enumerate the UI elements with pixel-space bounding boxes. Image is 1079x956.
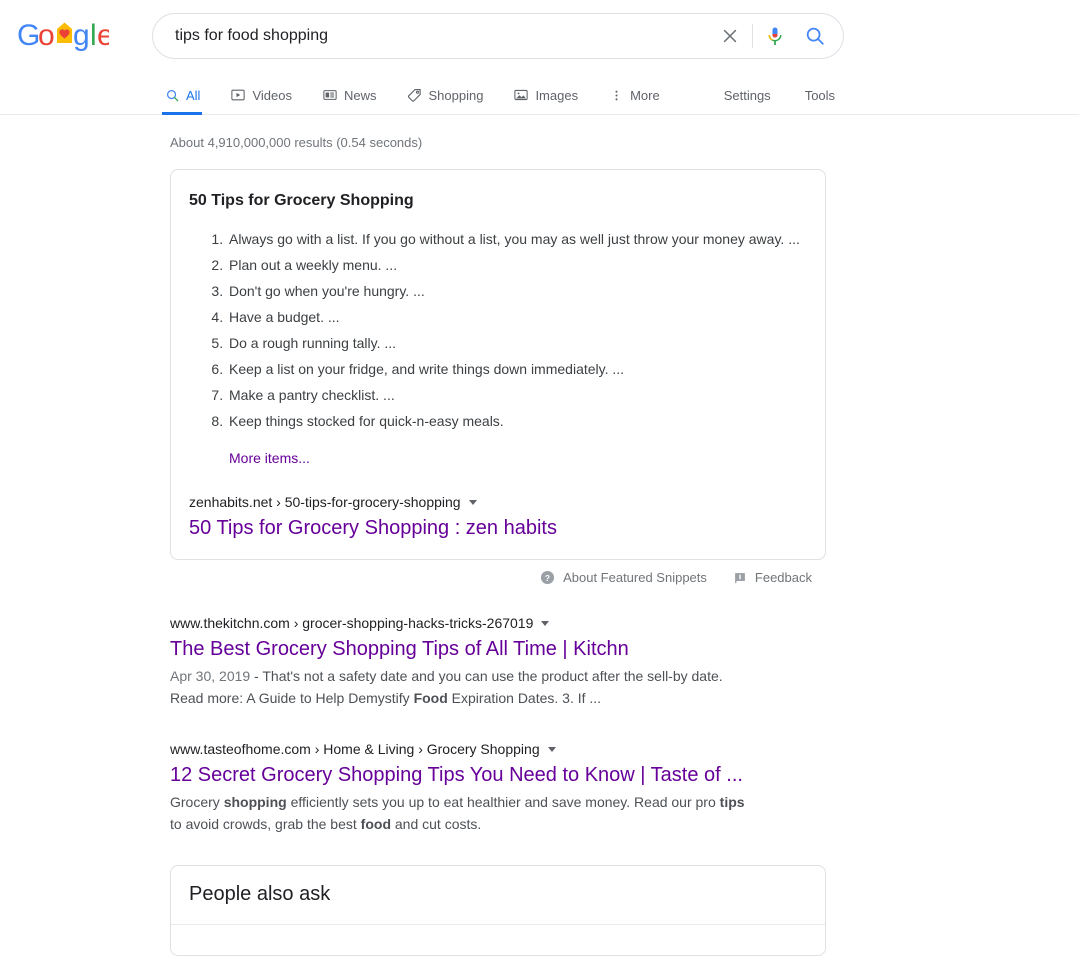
- result-snippet-text: - That's not a safety date and you can u…: [170, 668, 723, 706]
- google-logo[interactable]: G o g l e: [17, 17, 109, 55]
- flag-icon: [735, 572, 745, 583]
- tag-icon: [406, 87, 422, 103]
- tab-shopping-label: Shopping: [428, 87, 484, 103]
- more-vertical-icon: [608, 87, 624, 103]
- list-item: Keep a list on your fridge, and write th…: [227, 358, 807, 380]
- result-snippet-text: Grocery shopping efficiently sets you up…: [170, 794, 745, 832]
- list-item: Do a rough running tally. ...: [227, 332, 807, 354]
- search-result: www.thekitchn.com › grocer-shopping-hack…: [170, 613, 1079, 709]
- search-result: www.tasteofhome.com › Home & Living › Gr…: [170, 739, 1079, 835]
- tools-button[interactable]: Tools: [805, 88, 835, 103]
- svg-text:G: G: [17, 19, 40, 52]
- people-also-ask-list[interactable]: [171, 925, 825, 955]
- about-featured-snippets-link[interactable]: ? About Featured Snippets: [540, 570, 707, 585]
- help-circle-icon: ?: [541, 570, 555, 585]
- news-icon: [322, 87, 338, 103]
- people-also-ask-heading: People also ask: [171, 866, 825, 925]
- page-header: G o g l e tips for food shopping All Vid…: [0, 0, 1079, 115]
- clear-search-button[interactable]: [710, 16, 750, 56]
- result-date: Apr 30, 2019: [170, 668, 251, 684]
- feedback-label: Feedback: [754, 570, 812, 585]
- house-doodle-icon: [57, 22, 72, 43]
- breadcrumb: www.tasteofhome.com › Home & Living › Gr…: [170, 741, 540, 757]
- chevron-down-icon[interactable]: [541, 620, 550, 626]
- chevron-down-icon[interactable]: [547, 746, 556, 752]
- result-title-link[interactable]: The Best Grocery Shopping Tips of All Ti…: [170, 636, 1079, 662]
- search-divider: [752, 24, 753, 48]
- tab-more[interactable]: More: [608, 76, 660, 114]
- source-title-link[interactable]: 50 Tips for Grocery Shopping : zen habit…: [189, 515, 807, 541]
- tab-shopping[interactable]: Shopping: [406, 76, 483, 114]
- tab-images-label: Images: [535, 87, 579, 103]
- svg-text:e: e: [97, 19, 109, 52]
- list-item: Plan out a weekly menu. ...: [227, 254, 807, 276]
- result-breadcrumb-row: www.thekitchn.com › grocer-shopping-hack…: [170, 613, 1079, 633]
- list-item: Make a pantry checklist. ...: [227, 384, 807, 406]
- search-input[interactable]: [173, 22, 710, 50]
- source-breadcrumb: zenhabits.net › 50-tips-for-grocery-shop…: [189, 492, 807, 512]
- featured-snippet-source: zenhabits.net › 50-tips-for-grocery-shop…: [189, 492, 807, 541]
- search-icon: [164, 87, 180, 103]
- people-also-ask-card: People also ask: [170, 865, 826, 956]
- search-icon: [806, 27, 824, 45]
- tab-images[interactable]: Images: [513, 76, 578, 114]
- svg-text:?: ?: [545, 573, 550, 583]
- tab-all[interactable]: All: [161, 76, 203, 115]
- featured-snippet-footer: ? About Featured Snippets Feedback: [170, 570, 826, 585]
- featured-snippet-list: Always go with a list. If you go without…: [189, 228, 807, 432]
- result-snippet: Grocery shopping efficiently sets you up…: [170, 791, 758, 835]
- settings-button[interactable]: Settings: [724, 88, 771, 103]
- svg-text:o: o: [38, 19, 55, 52]
- tab-news-label: News: [343, 87, 377, 103]
- featured-snippet-card: 50 Tips for Grocery Shopping Always go w…: [170, 169, 826, 560]
- chevron-down-icon[interactable]: [468, 499, 477, 505]
- featured-snippet-title: 50 Tips for Grocery Shopping: [189, 192, 414, 209]
- tab-more-label: More: [630, 87, 660, 103]
- result-title-link[interactable]: 12 Secret Grocery Shopping Tips You Need…: [170, 762, 1079, 788]
- image-icon: [513, 87, 529, 103]
- microphone-icon: [768, 27, 782, 45]
- list-item: Keep things stocked for quick-n-easy mea…: [227, 410, 807, 432]
- search-submit-button[interactable]: [795, 16, 835, 56]
- voice-search-button[interactable]: [755, 16, 795, 56]
- nav-right-group: Settings Tools: [690, 76, 1079, 114]
- search-nav-tabs: All Videos News Shopping Images More Set…: [0, 76, 1079, 115]
- close-icon: [723, 29, 737, 43]
- about-featured-snippets-label: About Featured Snippets: [563, 570, 707, 585]
- breadcrumb: zenhabits.net › 50-tips-for-grocery-shop…: [189, 494, 461, 510]
- result-snippet: Apr 30, 2019 - That's not a safety date …: [170, 665, 758, 709]
- list-item: Don't go when you're hungry. ...: [227, 280, 807, 302]
- feedback-link[interactable]: Feedback: [733, 570, 812, 585]
- list-item: Have a budget. ...: [227, 306, 807, 328]
- breadcrumb: www.thekitchn.com › grocer-shopping-hack…: [170, 615, 534, 631]
- result-breadcrumb-row: www.tasteofhome.com › Home & Living › Gr…: [170, 739, 1079, 759]
- list-item: Always go with a list. If you go without…: [227, 228, 807, 250]
- result-stats: About 4,910,000,000 results (0.54 second…: [170, 135, 423, 150]
- video-icon: [230, 87, 246, 103]
- tab-videos[interactable]: Videos: [230, 76, 292, 114]
- more-items-link[interactable]: More items...: [229, 450, 310, 466]
- tab-news[interactable]: News: [322, 76, 377, 114]
- search-bar[interactable]: [152, 13, 844, 59]
- search-results-main: About 4,910,000,000 results (0.54 second…: [0, 115, 1079, 956]
- svg-text:l: l: [90, 19, 97, 52]
- tab-all-label: All: [186, 87, 201, 103]
- svg-text:g: g: [73, 19, 90, 52]
- tab-videos-label: Videos: [252, 87, 292, 103]
